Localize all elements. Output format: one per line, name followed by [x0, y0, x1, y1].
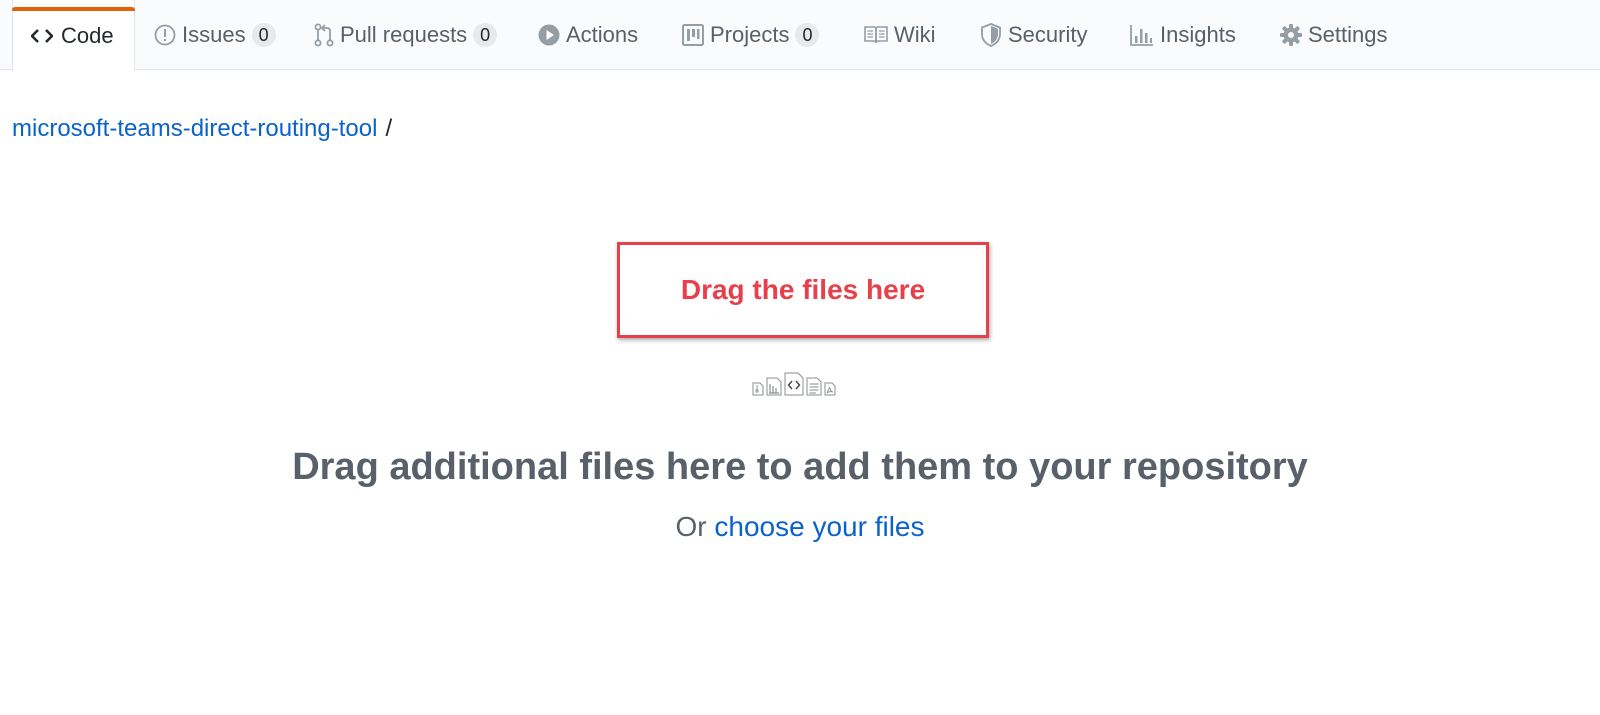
pull-requests-counter: 0: [473, 23, 498, 47]
tab-label: Insights: [1160, 22, 1236, 47]
file-text-icon: [806, 377, 822, 396]
tab-actions[interactable]: Actions: [538, 0, 638, 70]
or-text: Or: [675, 511, 707, 542]
tab-projects[interactable]: Projects 0: [682, 0, 820, 70]
repo-nav: Code Issues 0 Pull requests 0 Actions Pr…: [0, 0, 1600, 71]
file-code-icon: [784, 372, 804, 396]
shield-icon: [980, 23, 1002, 47]
breadcrumb: microsoft-teams-direct-routing-tool /: [12, 112, 392, 146]
breadcrumb-separator: /: [385, 115, 393, 142]
projects-counter: 0: [795, 23, 820, 47]
tab-label: Wiki: [894, 22, 936, 47]
file-type-icons: [752, 372, 836, 396]
issue-opened-icon: [154, 24, 176, 46]
tab-label: Issues: [182, 22, 246, 47]
tab-label: Settings: [1308, 22, 1388, 47]
tab-label: Projects: [710, 22, 790, 47]
issues-counter: 0: [251, 23, 276, 47]
play-icon: [538, 24, 560, 46]
choose-files-link[interactable]: choose your files: [714, 511, 924, 542]
upload-subline: Or choose your files: [0, 508, 1600, 546]
repo-link[interactable]: microsoft-teams-direct-routing-tool: [12, 115, 377, 142]
file-media-icon: [766, 377, 782, 396]
file-pdf-icon: [824, 382, 836, 396]
file-zip-icon: [752, 382, 764, 396]
code-icon: [31, 27, 53, 45]
drop-annotation-text: Drag the files here: [680, 274, 926, 305]
upload-headline: Drag additional files here to add them t…: [292, 446, 1308, 488]
drop-annotation-box: Drag the files here: [617, 242, 989, 338]
tab-label: Actions: [566, 22, 639, 47]
tab-code[interactable]: Code: [12, 0, 135, 71]
git-pull-request-icon: [314, 23, 334, 47]
book-icon: [864, 25, 888, 45]
tab-label: Code: [61, 22, 114, 48]
tab-label: Security: [1008, 22, 1088, 47]
tab-settings[interactable]: Settings: [1280, 0, 1388, 70]
tab-pull-requests[interactable]: Pull requests 0: [314, 0, 498, 70]
gear-icon: [1280, 24, 1302, 46]
project-icon: [682, 24, 704, 46]
tab-issues[interactable]: Issues 0: [154, 0, 276, 70]
tab-wiki[interactable]: Wiki: [864, 0, 936, 70]
graph-icon: [1130, 24, 1154, 46]
tab-label: Pull requests: [340, 22, 468, 47]
tab-insights[interactable]: Insights: [1130, 0, 1236, 70]
tab-security[interactable]: Security: [980, 0, 1087, 70]
